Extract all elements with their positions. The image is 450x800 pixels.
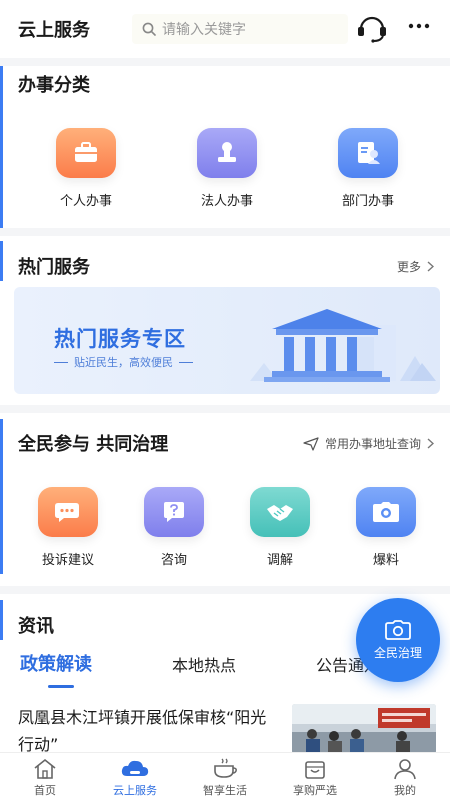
government-building-icon — [250, 309, 436, 382]
search-icon — [142, 22, 156, 36]
top-bar: 云上服务 请输入关键字 — [0, 0, 450, 58]
document-person-icon — [358, 142, 380, 164]
category-label: 法人办事 — [200, 194, 253, 209]
briefcase-icon — [75, 142, 97, 162]
search-input[interactable]: 请输入关键字 — [132, 14, 348, 44]
active-tab-indicator — [48, 685, 74, 688]
article-photo — [292, 704, 436, 754]
handshake-tile — [250, 487, 310, 537]
nav-mine[interactable]: 我的 — [360, 753, 450, 800]
tea-cup-icon — [214, 758, 237, 778]
category-personal[interactable]: 个人办事 — [36, 128, 136, 209]
category-legal[interactable]: 法人办事 — [177, 128, 277, 209]
banner-subtitle-text: 贴近民生，高效便民 — [74, 356, 173, 369]
seal-icon — [218, 142, 236, 162]
governance-label: 调解 — [266, 553, 293, 568]
divider — [0, 58, 450, 66]
nav-label: 首页 — [34, 784, 56, 797]
nav-smart-life[interactable]: 智享生活 — [180, 753, 270, 800]
category-section-title: 办事分类 — [18, 75, 90, 96]
hot-services-banner[interactable]: 热门服务专区 贴近民生，高效便民 — [14, 287, 440, 394]
page-title: 云上服务 — [18, 20, 90, 41]
nav-label: 享购严选 — [293, 784, 337, 797]
more-label: 更多 — [396, 260, 421, 274]
chevron-right-icon — [427, 438, 434, 449]
address-query-link[interactable]: 常用办事地址查询 — [303, 435, 434, 452]
chevron-right-icon — [427, 261, 434, 272]
camera-icon — [385, 619, 411, 640]
briefcase-tile — [56, 128, 116, 178]
nav-label: 智享生活 — [203, 784, 247, 797]
question-tile — [144, 487, 204, 537]
governance-report[interactable]: 爆料 — [336, 487, 436, 568]
category-department[interactable]: 部门办事 — [318, 128, 418, 209]
article-title[interactable]: 凤凰县木江坪镇开展低保审核“阳光行动” — [18, 704, 280, 758]
seal-tile — [197, 128, 257, 178]
search-placeholder: 请输入关键字 — [162, 22, 246, 38]
chat-bubble-icon — [55, 503, 79, 522]
divider — [0, 586, 450, 594]
more-icon[interactable] — [408, 22, 430, 30]
fab-label: 全民治理 — [373, 645, 422, 660]
governance-label: 咨询 — [160, 553, 187, 568]
hot-services-title: 热门服务 — [18, 257, 90, 278]
tab-policy[interactable]: 政策解读 — [20, 650, 92, 676]
section-accent — [0, 600, 3, 640]
governance-mediation[interactable]: 调解 — [230, 487, 330, 568]
question-icon — [164, 502, 184, 522]
more-link[interactable]: 更多 — [397, 258, 434, 275]
category-label: 个人办事 — [59, 194, 112, 209]
divider — [0, 405, 450, 413]
governance-fab[interactable]: 全民治理 — [356, 598, 440, 682]
chat-bubble-tile — [38, 487, 98, 537]
shopping-bag-icon — [305, 761, 325, 779]
governance-label: 爆料 — [372, 553, 399, 568]
tab-local-hot[interactable]: 本地热点 — [172, 652, 236, 676]
customer-service-icon[interactable] — [356, 15, 388, 43]
section-accent — [0, 419, 3, 574]
news-title: 资讯 — [18, 616, 54, 637]
home-icon — [34, 758, 56, 779]
banner-title: 热门服务专区 — [54, 327, 186, 351]
category-label: 部门办事 — [341, 194, 394, 209]
nav-label: 我的 — [394, 784, 416, 797]
governance-complaint[interactable]: 投诉建议 — [18, 487, 118, 568]
governance-label: 投诉建议 — [41, 553, 94, 568]
article-thumbnail[interactable] — [292, 704, 436, 754]
governance-title: 全民参与 共同治理 — [18, 434, 169, 455]
banner-subtitle: 贴近民生，高效便民 — [54, 354, 193, 370]
governance-consult[interactable]: 咨询 — [124, 487, 224, 568]
send-icon — [303, 436, 319, 451]
camera-tile — [356, 487, 416, 537]
nav-cloud-service[interactable]: 云上服务 — [90, 753, 180, 800]
divider — [0, 228, 450, 236]
bottom-nav: 首页 云上服务 智享生活 享购严选 我的 — [0, 752, 450, 800]
section-accent — [0, 241, 3, 281]
cloud-service-icon — [121, 760, 149, 776]
nav-shopping[interactable]: 享购严选 — [270, 753, 360, 800]
address-query-label: 常用办事地址查询 — [324, 437, 421, 451]
document-person-tile — [338, 128, 398, 178]
camera-icon — [373, 502, 399, 522]
section-accent — [0, 66, 3, 228]
nav-label: 云上服务 — [113, 784, 157, 797]
user-icon — [394, 759, 416, 780]
handshake-icon — [267, 505, 293, 521]
nav-home[interactable]: 首页 — [0, 753, 90, 800]
